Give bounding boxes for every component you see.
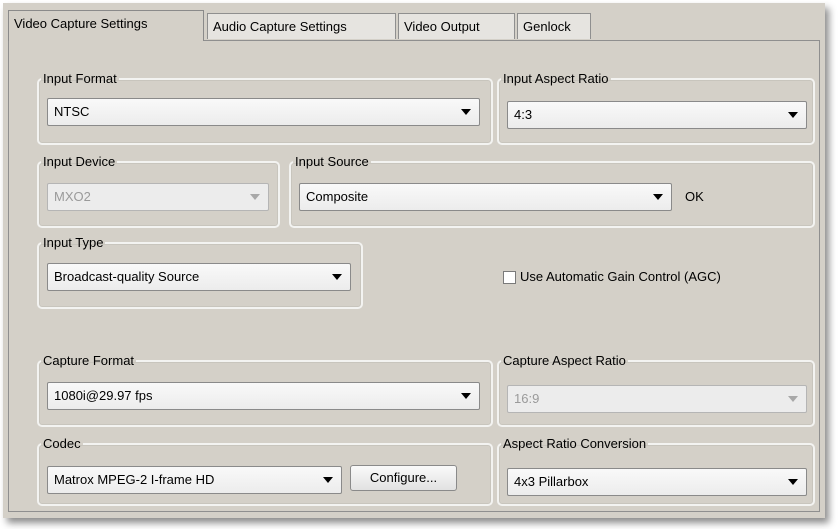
chevron-down-icon — [788, 396, 798, 402]
input-aspect-ratio-dropdown[interactable]: 4:3 — [507, 101, 807, 129]
agc-label[interactable]: Use Automatic Gain Control (AGC) — [520, 269, 721, 284]
capture-format-dropdown[interactable]: 1080i@29.97 fps — [47, 382, 480, 410]
agc-checkbox[interactable] — [503, 271, 516, 284]
chevron-down-icon — [250, 194, 260, 200]
capture-aspect-ratio-legend: Capture Aspect Ratio — [503, 353, 626, 368]
input-device-dropdown[interactable]: MXO2 — [47, 183, 269, 211]
tab-video-output[interactable]: Video Output — [398, 13, 515, 39]
chevron-down-icon — [332, 274, 342, 280]
tab-audio-capture-settings[interactable]: Audio Capture Settings — [207, 13, 396, 39]
chevron-down-icon — [653, 194, 663, 200]
capture-aspect-ratio-dropdown[interactable]: 16:9 — [507, 385, 807, 413]
input-type-dropdown[interactable]: Broadcast-quality Source — [47, 263, 351, 291]
input-format-legend: Input Format — [43, 71, 117, 86]
capture-format-value: 1080i@29.97 fps — [54, 388, 153, 403]
chevron-down-icon — [323, 477, 333, 483]
input-format-value: NTSC — [54, 104, 90, 119]
input-source-dropdown[interactable]: Composite — [299, 183, 672, 211]
input-type-legend: Input Type — [43, 235, 104, 250]
chevron-down-icon — [461, 393, 471, 399]
tab-video-capture-settings[interactable]: Video Capture Settings — [8, 10, 204, 41]
configure-button[interactable]: Configure... — [350, 465, 457, 491]
codec-dropdown[interactable]: Matrox MPEG-2 I-frame HD — [47, 466, 342, 494]
aspect-ratio-conversion-value: 4x3 Pillarbox — [514, 474, 589, 489]
input-aspect-ratio-value: 4:3 — [514, 107, 533, 122]
chevron-down-icon — [461, 109, 471, 115]
aspect-ratio-conversion-dropdown[interactable]: 4x3 Pillarbox — [507, 468, 807, 496]
codec-legend: Codec — [43, 436, 81, 451]
input-device-legend: Input Device — [43, 154, 116, 169]
tab-genlock[interactable]: Genlock — [517, 13, 591, 39]
video-capture-settings-panel: Input Format NTSC Input Aspect Ratio 4:3… — [8, 40, 820, 512]
settings-window: Video Capture Settings Audio Capture Set… — [3, 3, 825, 518]
capture-format-legend: Capture Format — [43, 353, 135, 368]
input-format-dropdown[interactable]: NTSC — [47, 98, 480, 126]
input-type-value: Broadcast-quality Source — [54, 269, 200, 284]
input-aspect-ratio-legend: Input Aspect Ratio — [503, 71, 609, 86]
input-source-status: OK — [685, 189, 704, 204]
input-source-legend: Input Source — [295, 154, 369, 169]
codec-value: Matrox MPEG-2 I-frame HD — [54, 472, 215, 487]
input-source-value: Composite — [306, 189, 369, 204]
chevron-down-icon — [788, 479, 798, 485]
chevron-down-icon — [788, 112, 798, 118]
input-device-value: MXO2 — [54, 189, 91, 204]
capture-aspect-ratio-value: 16:9 — [514, 391, 540, 406]
aspect-ratio-conversion-legend: Aspect Ratio Conversion — [503, 436, 647, 451]
